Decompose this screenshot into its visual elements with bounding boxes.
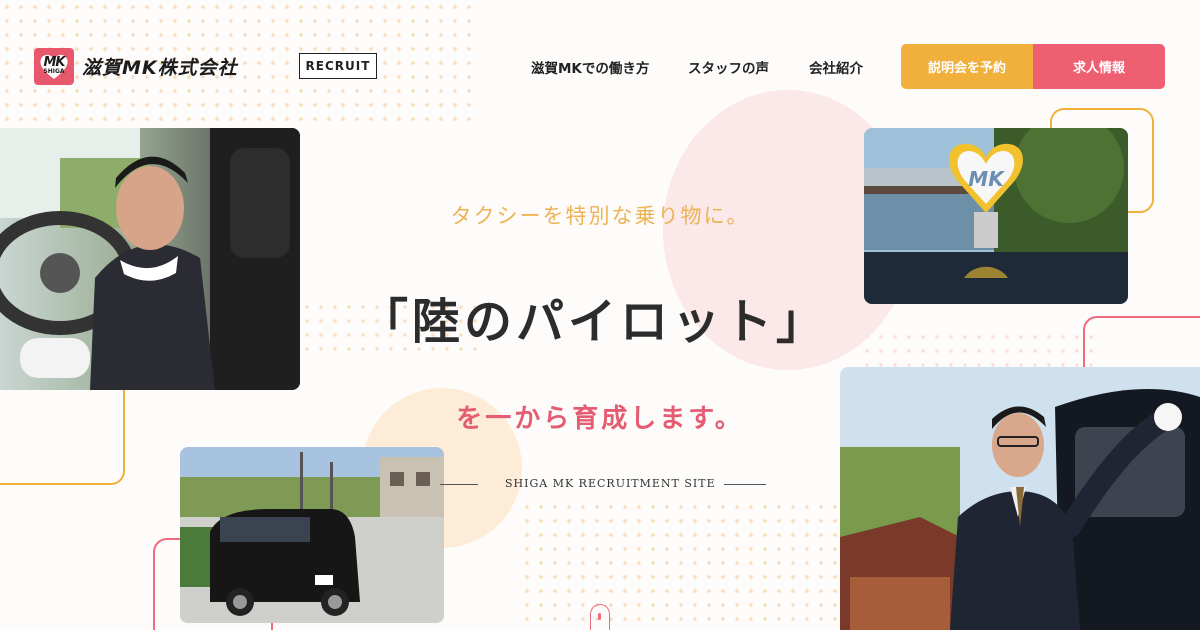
nav-item-staff-voices[interactable]: スタッフの声: [688, 57, 769, 77]
scroll-down-icon[interactable]: [590, 604, 610, 630]
hero-tagline: タクシーを特別な乗り物に。: [450, 204, 750, 228]
label-rule-right: [724, 484, 766, 485]
recruit-badge: RECRUIT: [299, 53, 377, 79]
label-rule-left: [440, 484, 478, 485]
black-van-photo: [180, 447, 444, 623]
site-label: SHIGA MK RECRUITMENT SITE: [505, 477, 716, 490]
logo-sub-text: SHIGA: [43, 67, 65, 75]
dot-pattern-bottom-center: [520, 500, 850, 630]
hero-subline: を一から育成します。: [456, 404, 744, 434]
nav-item-work-style[interactable]: 滋賀MKでの働き方: [531, 57, 649, 77]
hero-headline: 「陸のパイロット」: [360, 294, 829, 350]
mk-heart-logo-icon: MK SHIGA: [34, 48, 74, 85]
reserve-briefing-button[interactable]: 説明会を予約: [901, 44, 1033, 89]
mk-emblem-text: MK: [968, 167, 1005, 191]
job-info-button[interactable]: 求人情報: [1033, 44, 1165, 89]
company-logo[interactable]: MK SHIGA 滋賀MK株式会社: [34, 48, 238, 85]
company-name: 滋賀MK株式会社: [82, 57, 238, 79]
driver-smiling-photo: [0, 128, 300, 390]
nav-item-company[interactable]: 会社紹介: [809, 57, 863, 77]
